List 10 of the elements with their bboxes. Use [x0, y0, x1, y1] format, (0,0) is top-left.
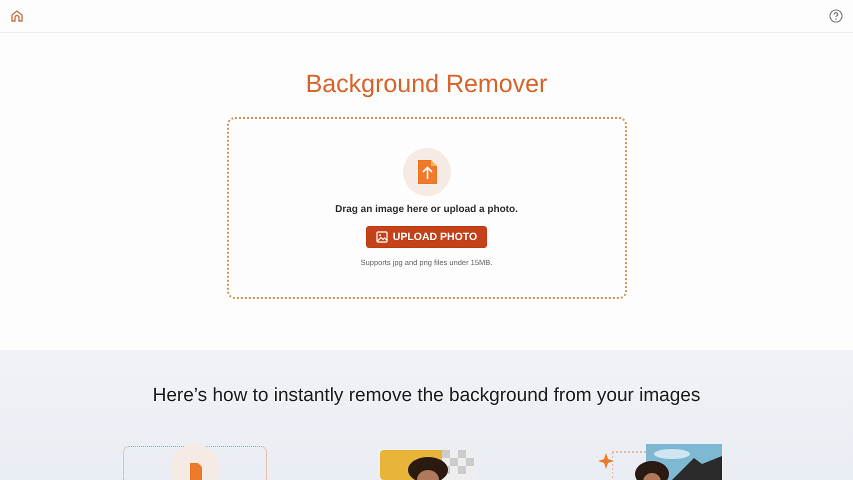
home-icon[interactable] — [10, 9, 24, 23]
upload-photo-button[interactable]: UPLOAD PHOTO — [366, 226, 488, 248]
section-heading: Here’s how to instantly remove the background from your images — [152, 385, 700, 407]
drop-prompt: Drag an image here or upload a photo. — [335, 204, 518, 215]
page-title: Background Remover — [306, 70, 548, 99]
image-icon — [376, 231, 388, 243]
sparkle-icon — [597, 452, 615, 470]
help-icon[interactable] — [829, 9, 843, 23]
file-upload-icon — [171, 444, 219, 480]
file-upload-icon — [402, 148, 450, 196]
